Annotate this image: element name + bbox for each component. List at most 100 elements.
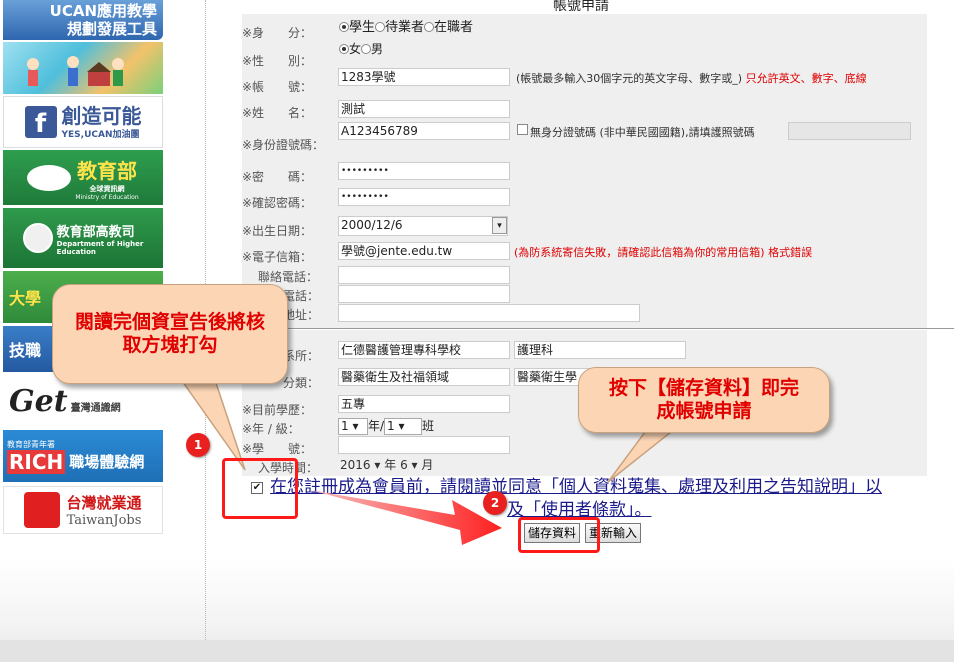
rich-top-label: 教育部青年署 <box>7 439 55 449</box>
identity-option-student: 學生 <box>349 20 376 35</box>
identity-option-jobseeker: 待業者 <box>385 20 425 35</box>
facebook-icon: f <box>24 106 57 139</box>
higher-education-english-1: Department of Higher <box>56 239 144 248</box>
phone-input[interactable] <box>338 266 510 284</box>
gender-option-female: 女 <box>349 42 362 56</box>
account-note: (帳號最多輸入30個字元的英文字母、數字或_) 只允許英文、數字、底線 <box>516 70 867 86</box>
callout-checkbox-instruction: 閱讀完個資宣告後將核取方塊打勾 <box>52 284 288 384</box>
mobile-input[interactable] <box>338 285 510 303</box>
taiwanjobs-english: TaiwanJobs <box>66 513 142 528</box>
enroll-row: 2016 ▾ 年 6 ▾ 月 <box>340 456 433 473</box>
email-input[interactable]: 學號@jente.edu.tw <box>338 242 510 260</box>
birthday-select[interactable]: 2000/12/6 <box>338 216 508 236</box>
confirm-password-input[interactable]: ••••••••• <box>338 188 510 206</box>
sidebar-link-banner-illustration[interactable] <box>3 42 163 94</box>
moe-english: Ministry of Education <box>75 193 139 201</box>
birthday-value: 2000/12/6 <box>341 218 403 232</box>
facebook-subtitle: YES,UCAN加油團 <box>61 129 140 140</box>
year-value: 1 <box>341 419 349 433</box>
confirm-password-label: ※確認密碼： <box>242 196 313 210</box>
identity-radio-employed[interactable] <box>424 22 435 32</box>
page-title: 帳號申請 <box>553 0 609 14</box>
password-label: ※密 碼： <box>242 170 313 184</box>
enroll-year: 2016 <box>340 458 371 472</box>
account-note-warning: 只允許英文、數字、底線 <box>745 72 867 85</box>
no-id-label: 無身分證號碼 (非中華民國國籍),請填護照號碼 <box>530 126 755 139</box>
sidebar-link-facebook[interactable]: f 創造可能 YES,UCAN加油團 <box>3 96 163 148</box>
get-brand: Get <box>9 383 68 419</box>
sidebar-link-higher-education[interactable]: 教育部高教司 Department of Higher Education <box>3 208 163 268</box>
get-name: 臺灣通識網 <box>70 402 121 414</box>
enroll-month-select[interactable]: 6 ▾ <box>400 458 417 472</box>
year-unit: 年/ <box>368 419 385 433</box>
account-label: ※帳 號： <box>242 80 313 94</box>
student-id-input[interactable] <box>338 436 510 454</box>
callout-checkbox-text: 閱讀完個資宣告後將核取方塊打勾 <box>74 311 265 356</box>
identity-radio-student[interactable] <box>339 22 349 32</box>
address-label: 地址： <box>283 308 320 322</box>
highlight-save-button <box>518 517 600 553</box>
gender-radio-female[interactable] <box>339 44 349 54</box>
people-illustration-icon <box>27 56 124 86</box>
account-input[interactable]: 1283學號 <box>338 68 510 86</box>
department-input[interactable]: 護理科 <box>514 341 686 359</box>
identity-radio-jobseeker[interactable] <box>375 22 386 32</box>
ucan-title-line2: 規劃發展工具 <box>66 20 157 38</box>
name-label: ※姓 名： <box>242 106 313 120</box>
education-input[interactable]: 五專 <box>338 395 510 413</box>
higher-education-title: 教育部高教司 <box>56 224 135 240</box>
name-input[interactable]: 測試 <box>338 100 510 118</box>
identity-label: ※身 分： <box>242 26 313 40</box>
vocational-tile-label: 技職 <box>9 341 42 360</box>
passport-input[interactable] <box>788 122 911 140</box>
form-separator <box>207 328 954 329</box>
account-note-text: (帳號最多輸入30個字元的英文字母、數字或_) <box>516 72 743 85</box>
email-label: ※電子信箱： <box>242 250 313 264</box>
education-label: ※目前學歷： <box>242 403 313 417</box>
category-label: 分類： <box>283 376 320 390</box>
school-input[interactable]: 仁德醫護管理專科學校 <box>338 341 510 359</box>
sidebar-link-moe[interactable]: 教育部 全球資訊網 Ministry of Education <box>3 150 163 205</box>
identity-option-employed: 在職者 <box>434 20 474 35</box>
step-badge-1: 1 <box>186 433 210 457</box>
consent-text-line1: 在您註冊成為會員前，請閱讀並同意「個人資料蒐集、處理及利用之告知說明」以 <box>270 477 882 497</box>
highlight-checkbox <box>222 458 298 519</box>
category-input[interactable]: 醫藥衛生及社福領域 <box>338 368 510 386</box>
gender-radio-male[interactable] <box>361 44 372 54</box>
enroll-month-unit: 月 <box>421 458 434 472</box>
taiwanjobs-logo-icon <box>24 492 61 528</box>
callout-save-instruction: 按下【儲存資料】即完成帳號申請 <box>578 367 830 433</box>
step-badge-2: 2 <box>483 491 507 515</box>
rich-brand: RICH <box>7 449 66 474</box>
callout-save-text: 按下【儲存資料】即完成帳號申請 <box>608 377 799 422</box>
facebook-title: 創造可能 <box>61 103 142 128</box>
sidebar-link-taiwanjobs[interactable]: 台灣就業通 TaiwanJobs <box>3 486 163 534</box>
mobile-label: 電話： <box>283 289 320 303</box>
higher-education-logo-icon <box>22 223 53 253</box>
moe-subtitle: 全球資訊網 <box>89 184 125 193</box>
sidebar-link-ucan[interactable]: UCAN應用教學 規劃發展工具 <box>3 0 163 40</box>
chevron-down-icon[interactable]: ▾ <box>492 217 507 234</box>
no-id-checkbox[interactable] <box>517 124 528 135</box>
id-number-input[interactable]: A123456789 <box>338 122 510 140</box>
sidebar-link-rich[interactable]: 教育部青年署 RICH 職場體驗網 <box>3 430 163 482</box>
class-select[interactable]: 1 ▾ <box>384 418 423 435</box>
gender-radio-group: 女男 <box>339 40 383 57</box>
grade-row: 1 ▾ 年/1 ▾ 班 <box>338 417 434 435</box>
footer-bar <box>0 640 954 662</box>
address-input[interactable] <box>338 304 640 322</box>
higher-education-english-2: Education <box>56 247 96 256</box>
year-select[interactable]: 1 ▾ <box>338 418 368 435</box>
taiwanjobs-title: 台灣就業通 <box>66 494 142 512</box>
enroll-year-unit: 年 <box>384 458 397 472</box>
phone-label: 聯絡電話： <box>258 270 319 284</box>
class-value: 1 <box>387 419 395 433</box>
password-input[interactable]: ••••••••• <box>338 162 510 180</box>
moe-title: 教育部 <box>77 158 137 183</box>
consent-text[interactable]: 在您註冊成為會員前，請閱讀並同意「個人資料蒐集、處理及利用之告知說明」以 <box>270 476 930 499</box>
student-id-label: ※學 號： <box>242 442 313 456</box>
university-tile-label: 大學 <box>9 289 42 308</box>
class-unit: 班 <box>422 419 435 433</box>
enroll-year-select[interactable]: 2016 ▾ <box>340 458 380 472</box>
gender-label: ※性 別： <box>242 54 313 68</box>
